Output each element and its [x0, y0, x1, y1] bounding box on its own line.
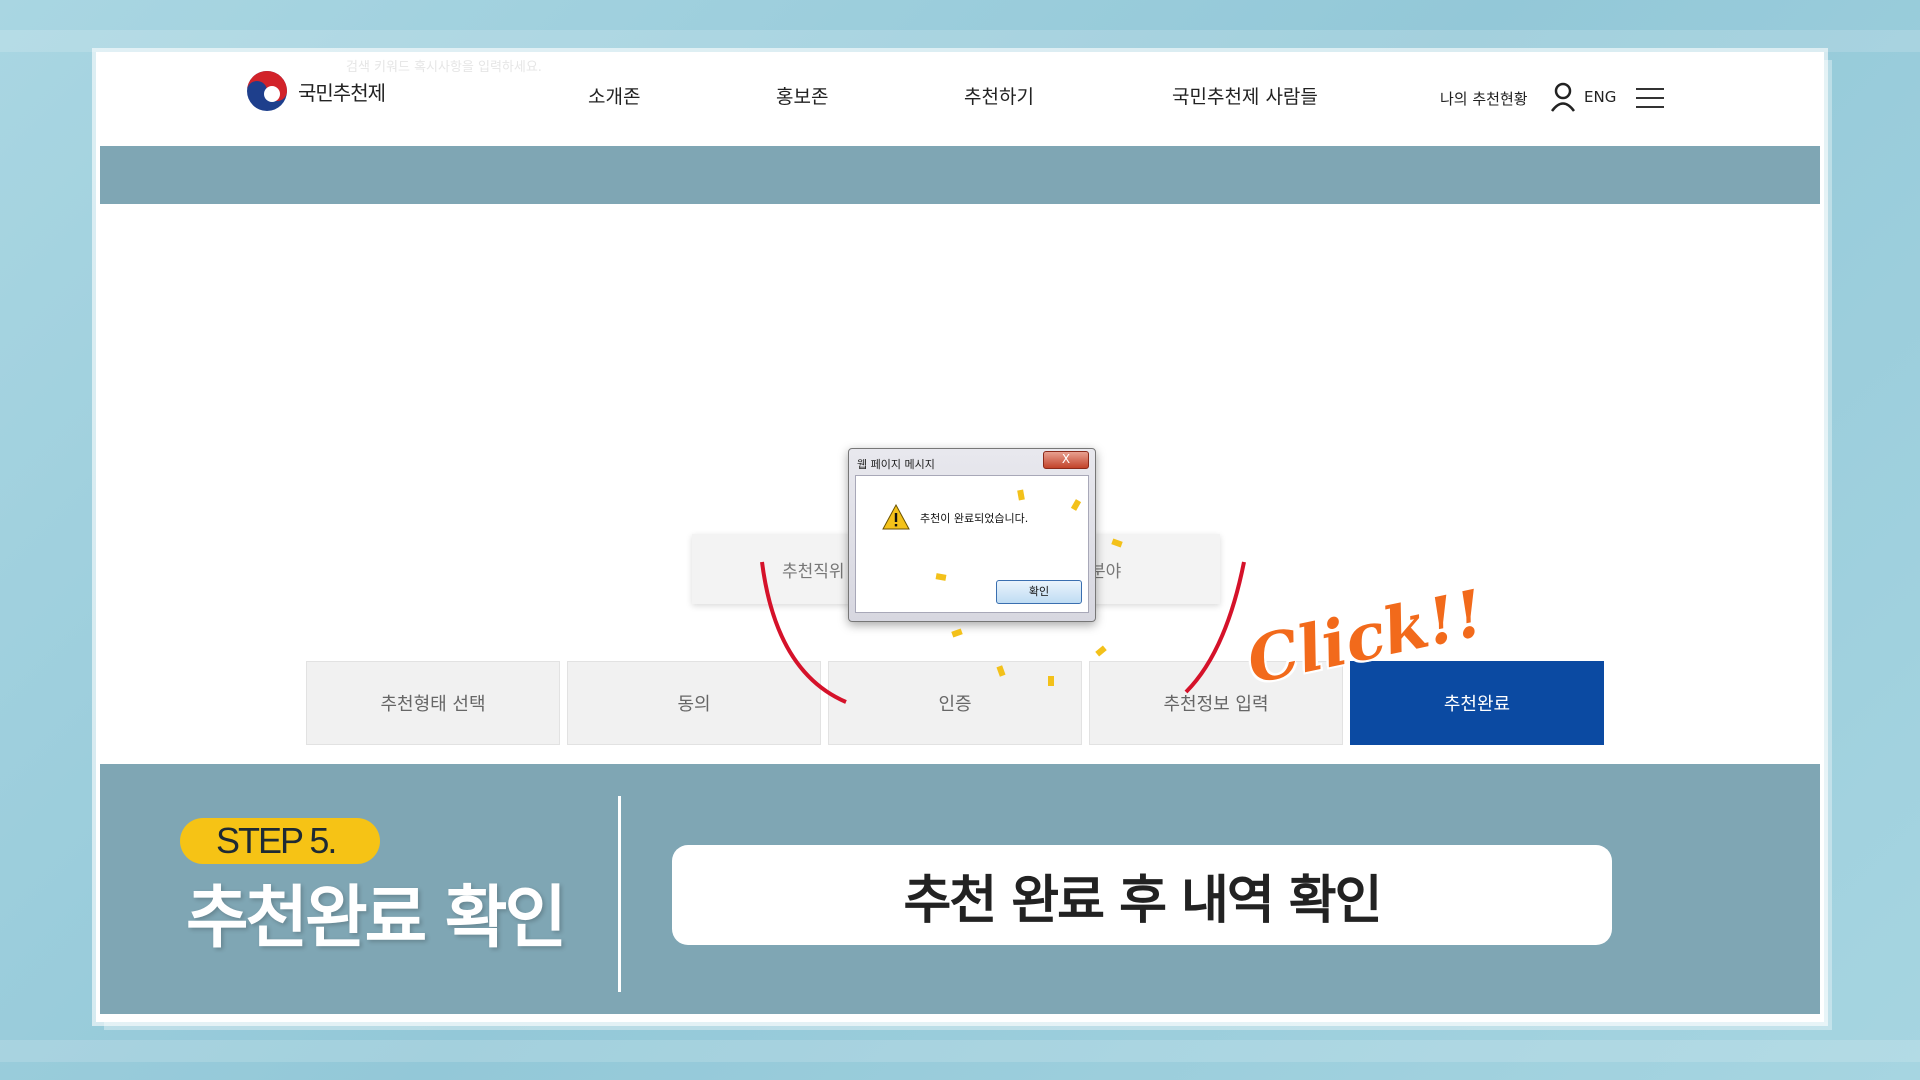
taegeuk-logo-icon — [246, 70, 288, 112]
menu-icon[interactable] — [1636, 88, 1664, 108]
my-status-link[interactable]: 나의 추천현황 — [1440, 88, 1528, 109]
step-label: 동의 — [677, 694, 711, 715]
step-label: 추천완료 — [1443, 694, 1511, 715]
confetti-piece — [1048, 676, 1054, 686]
nav-item-people[interactable]: 국민추천제 사람들 — [1172, 82, 1318, 109]
step-tab-complete[interactable]: 추천완료 — [1350, 661, 1604, 745]
background-stripe — [0, 1040, 1920, 1062]
site-header: 검색 키워드 혹시사항을 입력하세요. 국민추천제 소개존 홍보존 추천하기 국… — [96, 52, 1824, 144]
page-banner — [100, 146, 1820, 204]
nav-item-recommend[interactable]: 추천하기 — [964, 82, 1034, 109]
dialog-close-button[interactable]: X — [1043, 451, 1089, 469]
caption-description: 추천 완료 후 내역 확인 — [672, 845, 1612, 945]
warning-icon — [882, 503, 910, 534]
dialog-title: 웹 페이지 메시지 — [857, 458, 935, 471]
background-stripe — [0, 30, 1920, 52]
nav-item-promo[interactable]: 홍보존 — [776, 82, 828, 109]
nav-item-intro[interactable]: 소개존 — [588, 82, 640, 109]
step-label: 추천형태 선택 — [380, 694, 486, 715]
highlight-arc — [760, 561, 1246, 704]
site-logo[interactable]: 국민추천제 — [246, 70, 386, 112]
language-toggle[interactable]: ENG — [1584, 88, 1616, 106]
step-number-badge: STEP 5. — [180, 818, 380, 864]
logo-label: 국민추천제 — [298, 80, 386, 105]
user-icon[interactable] — [1550, 82, 1576, 116]
step-tab-type[interactable]: 추천형태 선택 — [306, 661, 560, 745]
dialog-message: 추천이 완료되었습니다. — [920, 512, 1029, 525]
caption-divider — [618, 796, 621, 992]
step-title: 추천완료 확인 — [186, 879, 567, 958]
